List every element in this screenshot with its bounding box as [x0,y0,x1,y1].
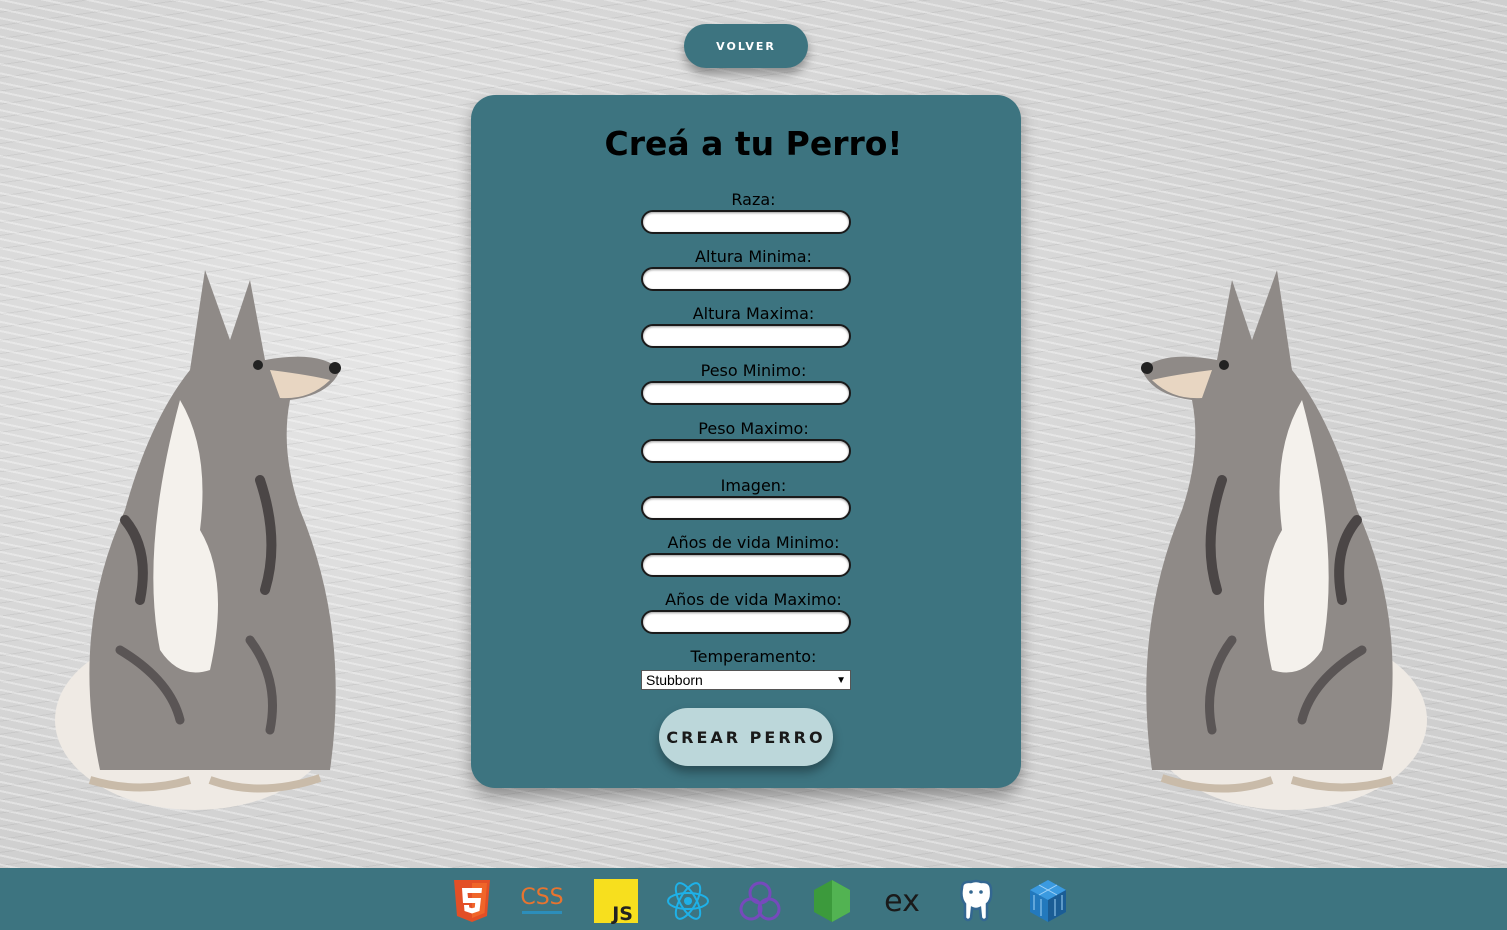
field-label-altura-maxima: Altura Maxima: [692,304,815,323]
altura-minima-input[interactable] [641,267,851,291]
field-label-raza: Raza: [731,190,776,209]
back-button[interactable]: VOLVER [684,24,808,68]
peso-maximo-input[interactable] [641,439,851,463]
field-label-peso-minimo: Peso Minimo: [700,361,807,380]
anos-vida-minimo-input[interactable] [641,553,851,577]
sequelize-icon [1030,880,1066,922]
anos-vida-maximo-input[interactable] [641,610,851,634]
field-label-altura-minima: Altura Minima: [695,247,812,266]
temperament-select[interactable]: Stubborn ▼ [641,670,851,690]
express-icon: ex [884,884,920,919]
svg-text:ex: ex [884,884,920,919]
postgresql-icon [960,879,993,922]
raza-input[interactable] [641,210,851,234]
altura-maxima-input[interactable] [641,324,851,348]
imagen-input[interactable] [641,496,851,520]
svg-text:JS: JS [610,903,633,924]
temperament-selected-value: Stubborn [646,672,703,688]
css3-icon: CSS [520,885,564,914]
field-label-temperamento: Temperamento: [690,647,817,666]
nodejs-icon [814,880,850,922]
form-title: Creá a tu Perro! [604,124,903,163]
field-label-anos-vida-minimo: Años de vida Minimo: [667,533,840,552]
field-label-peso-maximo: Peso Maximo: [698,419,809,438]
react-icon [667,882,709,920]
field-label-anos-vida-maximo: Años de vida Maximo: [665,590,842,609]
javascript-icon: JS [594,879,638,924]
redux-icon [739,881,781,921]
peso-minimo-input[interactable] [641,381,851,405]
field-label-imagen: Imagen: [720,476,787,495]
chevron-down-icon: ▼ [836,674,846,686]
create-dog-button[interactable]: CREAR PERRO [659,708,833,766]
html5-icon [454,880,490,922]
svg-text:CSS: CSS [520,885,563,910]
